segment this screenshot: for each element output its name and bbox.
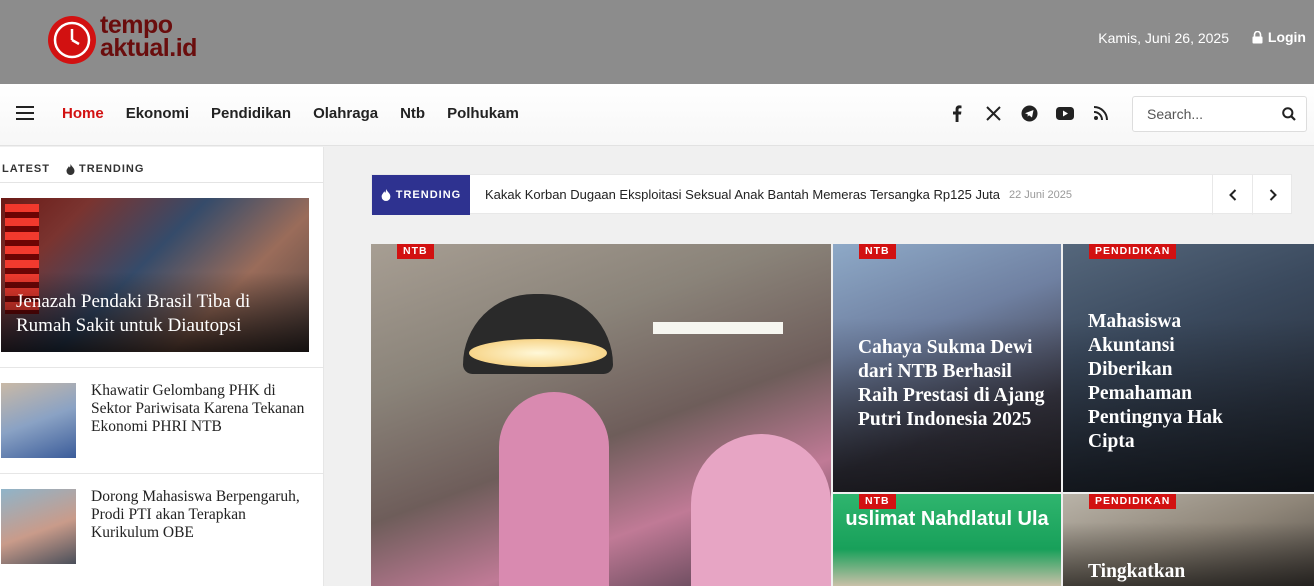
nav-home[interactable]: Home (62, 105, 104, 122)
nav-links: Home Ekonomi Pendidikan Olahraga Ntb Pol… (62, 105, 519, 122)
nav-ekonomi[interactable]: Ekonomi (126, 105, 189, 122)
logo-line2: aktual.id (100, 34, 197, 62)
telegram-icon[interactable] (1020, 103, 1038, 123)
article-thumbnail (1, 383, 76, 458)
trending-badge-label: TRENDING (395, 189, 462, 201)
search-input[interactable] (1133, 97, 1263, 131)
login-label: Login (1267, 29, 1306, 45)
article-title: Khawatir Gelombang PHK di Sektor Pariwis… (91, 382, 305, 435)
article-card[interactable]: uslimat Nahdlatul Ula NTB (833, 494, 1061, 586)
flame-icon (381, 189, 391, 201)
top-bar: tempo aktual.id Kamis, Juni 26, 2025 Log… (0, 0, 1314, 84)
image-lamp-glow (469, 339, 607, 367)
article-title: Dorong Mahasiswa Berpengaruh, Prodi PTI … (91, 488, 300, 541)
article-card[interactable]: PENDIDIKAN Tingkatkan (1063, 494, 1314, 586)
trending-badge: TRENDING (372, 175, 470, 215)
tab-trending-label: TRENDING (78, 163, 145, 175)
image-figure (691, 434, 831, 586)
category-badge[interactable]: PENDIDIKAN (1089, 494, 1177, 509)
nav-polhukam[interactable]: Polhukam (447, 105, 519, 122)
search-box (1132, 96, 1307, 132)
menu-icon[interactable] (16, 106, 34, 120)
image-ceiling-light (653, 322, 783, 334)
x-icon[interactable] (984, 103, 1002, 123)
nav-pendidikan[interactable]: Pendidikan (211, 105, 291, 122)
featured-article-card[interactable]: NTB (371, 244, 831, 586)
trending-headline[interactable]: Kakak Korban Dugaan Eksploitasi Seksual … (485, 187, 1000, 202)
category-badge[interactable]: NTB (859, 494, 896, 509)
login-button[interactable]: Login (1252, 29, 1306, 45)
nav-olahraga[interactable]: Olahraga (313, 105, 378, 122)
social-links (948, 103, 1110, 123)
main-navbar: Home Ekonomi Pendidikan Olahraga Ntb Pol… (0, 84, 1314, 146)
lock-icon (1252, 30, 1263, 43)
rss-icon[interactable] (1092, 103, 1110, 123)
list-item[interactable]: Dorong Mahasiswa Berpengaruh, Prodi PTI … (0, 473, 324, 579)
youtube-icon[interactable] (1056, 103, 1074, 123)
tab-latest-label: LATEST (2, 163, 50, 175)
trending-ticker: TRENDING Kakak Korban Dugaan Eksploitasi… (371, 174, 1292, 215)
card-title: Tingkatkan (1088, 561, 1186, 582)
flame-icon (66, 163, 75, 175)
list-item[interactable]: Khawatir Gelombang PHK di Sektor Pariwis… (0, 367, 324, 473)
category-badge[interactable]: NTB (859, 244, 896, 259)
search-icon[interactable] (1282, 107, 1296, 126)
chevron-left-icon (1228, 189, 1236, 201)
chevron-right-icon (1269, 189, 1277, 201)
sidebar-tabs: LATEST TRENDING (0, 147, 323, 183)
featured-title: Jenazah Pendaki Brasil Tiba di Rumah Sak… (16, 291, 251, 336)
category-badge[interactable]: PENDIDIKAN (1089, 244, 1177, 259)
image-figure (499, 392, 609, 586)
article-card[interactable]: NTB Cahaya Sukma Dewi dari NTB Berhasil … (833, 244, 1061, 492)
site-logo[interactable]: tempo aktual.id (46, 13, 198, 66)
sidebar: LATEST TRENDING Jenazah Pendaki Brasil T… (0, 147, 324, 586)
current-date: Kamis, Juni 26, 2025 (1098, 30, 1229, 46)
facebook-icon[interactable] (948, 103, 966, 123)
category-badge[interactable]: NTB (397, 244, 434, 259)
sidebar-featured-article[interactable]: Jenazah Pendaki Brasil Tiba di Rumah Sak… (1, 198, 309, 352)
tab-trending[interactable]: TRENDING (66, 156, 144, 182)
article-card[interactable]: PENDIDIKAN Mahasiswa Akuntansi Diberikan… (1063, 244, 1314, 492)
article-thumbnail (1, 489, 76, 564)
card-image-banner: uslimat Nahdlatul Ula (845, 508, 1049, 530)
tab-latest[interactable]: LATEST (2, 156, 50, 182)
nav-ntb[interactable]: Ntb (400, 105, 425, 122)
trending-date: 22 Juni 2025 (1009, 189, 1072, 201)
clock-icon (48, 16, 96, 64)
card-title: Mahasiswa Akuntansi Diberikan Pemahaman … (1088, 311, 1223, 452)
logo-text: tempo aktual.id (100, 13, 197, 62)
ticker-next-button[interactable] (1252, 175, 1292, 215)
card-title: Cahaya Sukma Dewi dari NTB Berhasil Raih… (858, 337, 1045, 430)
ticker-prev-button[interactable] (1212, 175, 1252, 215)
